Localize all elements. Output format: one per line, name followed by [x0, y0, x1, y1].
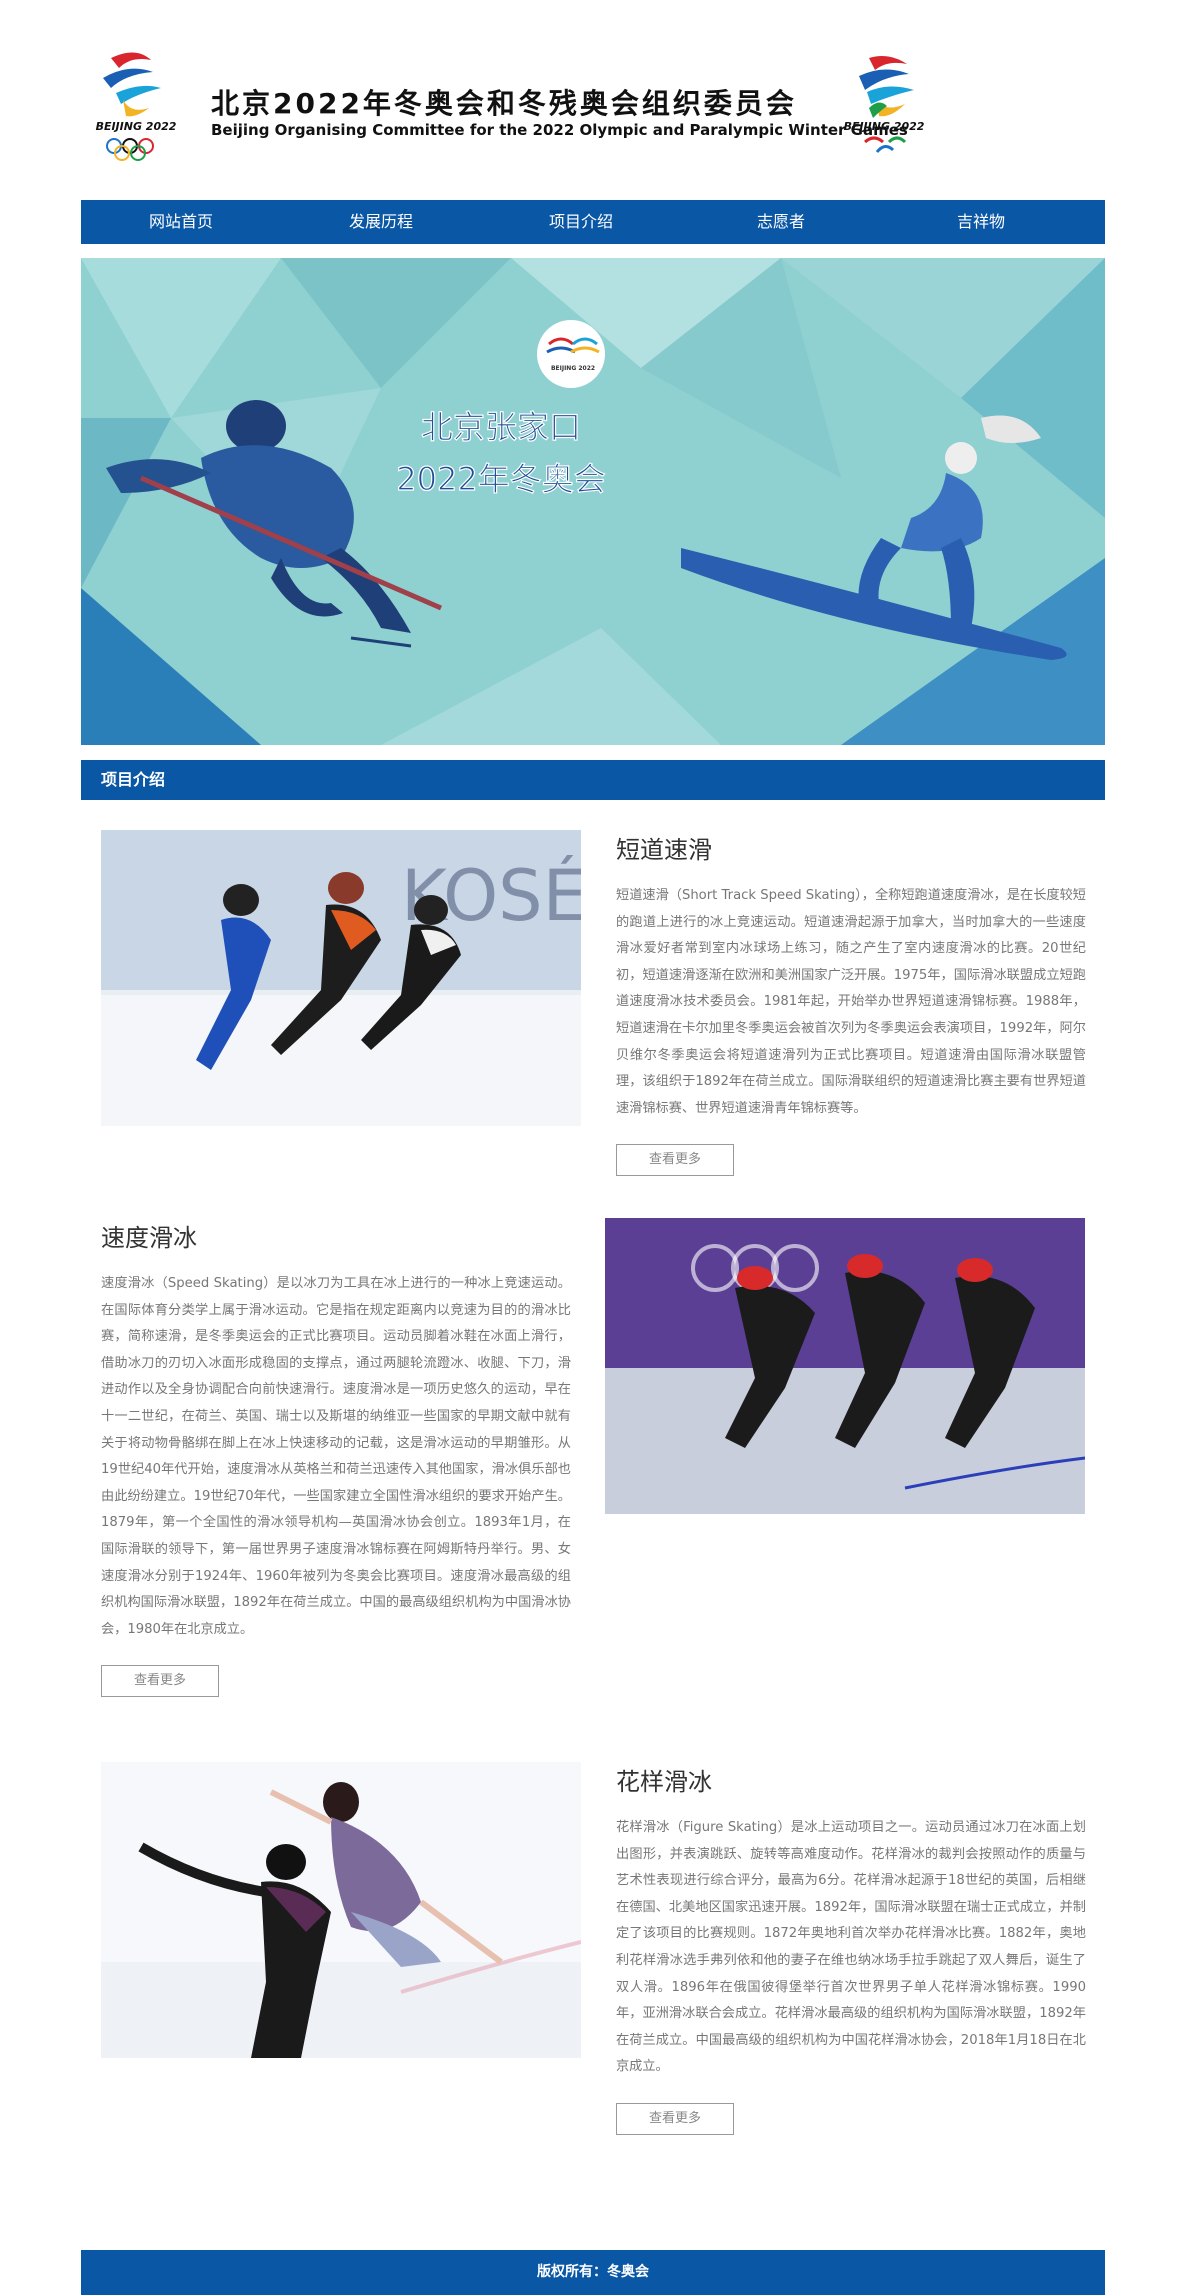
nav-item-history[interactable]: 发展历程 — [281, 200, 481, 244]
event-card-speed-skating: 速度滑冰 速度滑冰（Speed Skating）是以冰刀为工具在冰上进行的一种冰… — [81, 1218, 1105, 1718]
logo-text: BEIJING 2022 — [844, 120, 925, 133]
read-more-button[interactable]: 查看更多 — [101, 1665, 219, 1698]
read-more-button[interactable]: 查看更多 — [616, 2102, 734, 2135]
nav-item-volunteers[interactable]: 志愿者 — [681, 200, 881, 244]
section-title: 项目介绍 — [101, 770, 166, 789]
speed-skating-photo — [605, 1218, 1085, 1514]
banner-title-line1: 北京张家口 — [421, 408, 581, 446]
logo-text: BEIJING 2022 — [96, 120, 177, 133]
nav-item-mascot[interactable]: 吉祥物 — [881, 200, 1081, 244]
section-header: 项目介绍 — [81, 760, 1105, 800]
nav-item-events[interactable]: 项目介绍 — [481, 200, 681, 244]
event-card-short-track: KOSÉ 短道速滑 短道速滑（Short Track Speed Skating… — [81, 830, 1105, 1177]
hero-banner: BEIJING 2022 北京张家口 2022年冬奥会 — [81, 258, 1105, 745]
main-nav: 网站首页 发展历程 项目介绍 志愿者 吉祥物 — [81, 200, 1105, 244]
beijing-2022-paralympic-logo[interactable]: BEIJING 2022 — [829, 38, 939, 168]
org-subtitle: Beijing Organising Committee for the 202… — [211, 121, 908, 139]
event-title: 速度滑冰 — [101, 1224, 197, 1252]
site-header: BEIJING 2022 北京2022年冬奥会和冬残奥会组织委员会 Beijin… — [81, 0, 1105, 200]
figure-skating-photo — [101, 1762, 581, 2058]
site-footer: 版权所有：冬奥会 — [81, 2250, 1105, 2295]
event-card-figure-skating: 花样滑冰 花样滑冰（Figure Skating）是冰上运动项目之一。运动员通过… — [81, 1762, 1105, 2135]
nav-item-home[interactable]: 网站首页 — [81, 200, 281, 244]
copyright-text: 版权所有：冬奥会 — [537, 2264, 649, 2280]
read-more-button[interactable]: 查看更多 — [616, 1144, 734, 1177]
beijing-2022-olympic-logo[interactable]: BEIJING 2022 — [81, 38, 191, 168]
org-title: 北京2022年冬奥会和冬残奥会组织委员会 — [211, 87, 797, 120]
event-description: 短道速滑（Short Track Speed Skating），全称短跑道速度滑… — [616, 888, 1086, 1116]
short-track-photo: KOSÉ — [101, 830, 581, 1126]
banner-title-line2: 2022年冬奥会 — [396, 460, 605, 498]
banner-logo-text: BEIJING 2022 — [551, 365, 595, 372]
event-description: 花样滑冰（Figure Skating）是冰上运动项目之一。运动员通过冰刀在冰面… — [616, 1820, 1086, 2075]
event-title: 短道速滑 — [616, 836, 712, 864]
event-description: 速度滑冰（Speed Skating）是以冰刀为工具在冰上进行的一种冰上竞速运动… — [101, 1276, 571, 1637]
event-title: 花样滑冰 — [616, 1768, 712, 1796]
